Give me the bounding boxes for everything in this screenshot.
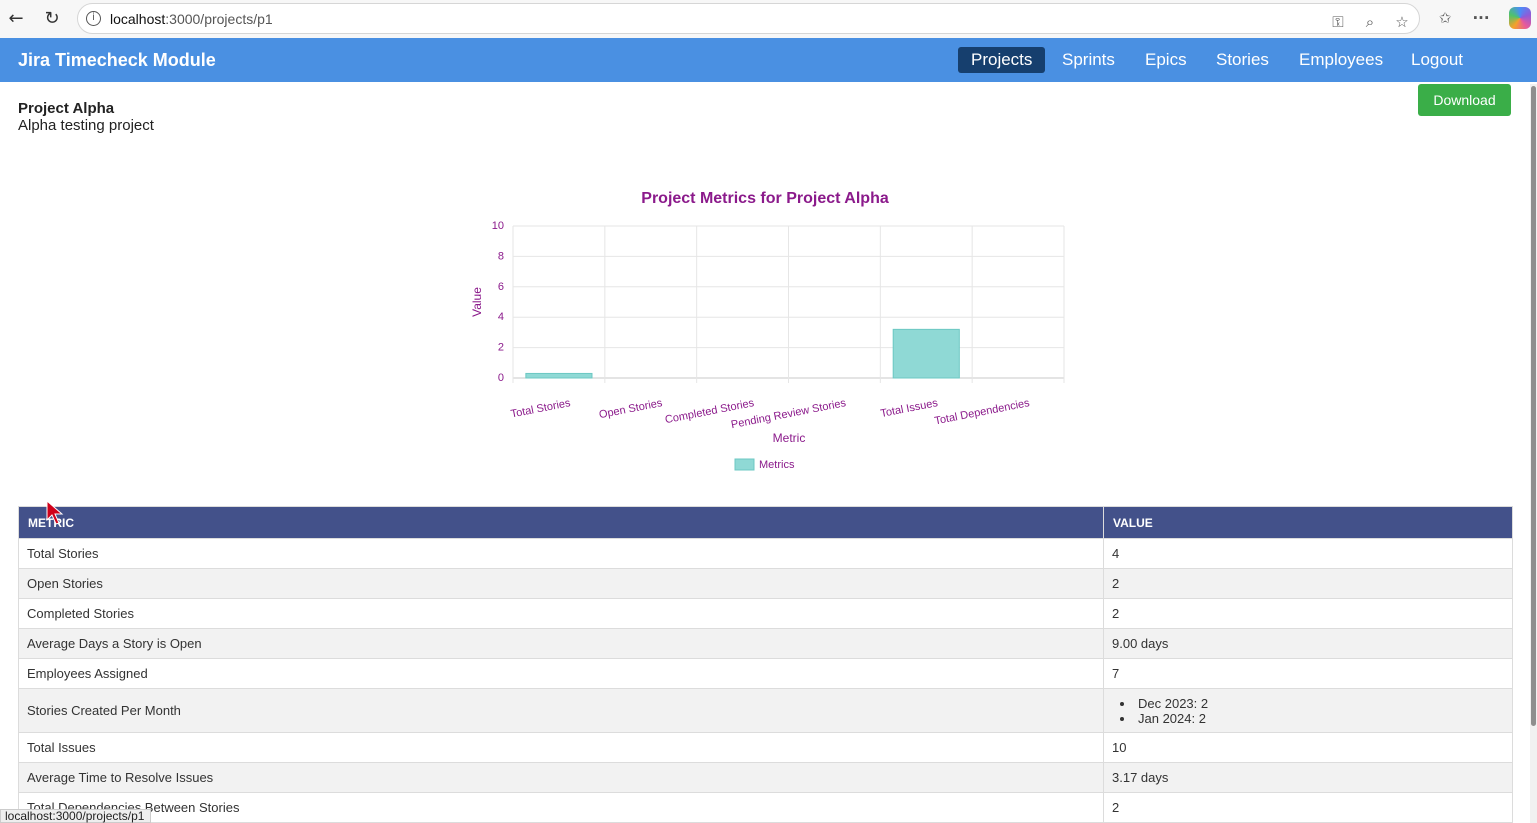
x-tick-label: Total Issues <box>880 397 940 420</box>
value-cell: 2 <box>1103 568 1513 599</box>
mouse-cursor-icon <box>46 500 64 525</box>
chart-x-ticks: Total Stories Open Stories Completed Stori… <box>510 397 1031 431</box>
value-cell: 4 <box>1103 538 1513 569</box>
value-cell: 7 <box>1103 658 1513 689</box>
header-value: VALUE <box>1103 506 1513 539</box>
bar[interactable] <box>892 328 960 379</box>
metric-cell: Total Dependencies Between Stories <box>18 792 1104 823</box>
chart-bars <box>525 328 960 379</box>
value-cell: 10 <box>1103 732 1513 763</box>
value-cell: Dec 2023: 2 Jan 2024: 2 <box>1103 688 1513 733</box>
y-tick-label: 4 <box>498 311 504 323</box>
table-row: Average Days a Story is Open 9.00 days <box>18 628 1513 659</box>
table-row: Stories Created Per Month Dec 2023: 2 Ja… <box>18 688 1513 733</box>
monthly-list: Dec 2023: 2 Jan 2024: 2 <box>1112 696 1504 726</box>
list-item: Jan 2024: 2 <box>1120 711 1504 726</box>
value-cell: 9.00 days <box>1103 628 1513 659</box>
y-tick-label: 6 <box>498 281 504 293</box>
metrics-table: METRIC VALUE Total Stories 4 Open Storie… <box>18 506 1513 823</box>
legend-label[interactable]: Metrics <box>759 459 795 471</box>
y-tick-label: 2 <box>498 342 504 354</box>
legend-swatch[interactable] <box>734 458 755 471</box>
table-row: Total Dependencies Between Stories 2 <box>18 792 1513 823</box>
table-row: Total Issues 10 <box>18 732 1513 763</box>
status-link-preview: localhost:3000/projects/p1 <box>0 809 152 823</box>
table-row: Open Stories 2 <box>18 568 1513 599</box>
table-row: Completed Stories 2 <box>18 598 1513 629</box>
metric-cell: Average Days a Story is Open <box>18 628 1104 659</box>
table-row: Average Time to Resolve Issues 3.17 days <box>18 762 1513 793</box>
metric-cell: Total Stories <box>18 538 1104 569</box>
chart-title: Project Metrics for Project Alpha <box>641 190 889 207</box>
metric-cell: Average Time to Resolve Issues <box>18 762 1104 793</box>
metric-cell: Stories Created Per Month <box>18 688 1104 733</box>
table-row: Employees Assigned 7 <box>18 658 1513 689</box>
y-tick-label: 8 <box>498 250 504 262</box>
header-metric: METRIC <box>18 506 1104 539</box>
y-tick-label: 0 <box>498 372 504 384</box>
y-tick-label: 10 <box>492 220 504 232</box>
metric-cell: Total Issues <box>18 732 1104 763</box>
x-axis-label: Metric <box>773 431 806 445</box>
chart-y-ticks: 0 2 4 6 8 10 <box>492 220 504 384</box>
bar[interactable] <box>525 372 593 379</box>
metric-cell: Completed Stories <box>18 598 1104 629</box>
chart-grid <box>512 225 1065 383</box>
x-tick-label: Open Stories <box>598 397 664 421</box>
y-axis-label: Value <box>470 287 484 317</box>
scrollbar-thumb[interactable] <box>1531 86 1536 726</box>
table-row: Total Stories 4 <box>18 538 1513 569</box>
metrics-chart: Project Metrics for Project Alpha 0 2 4 6 8 1… <box>470 190 1065 471</box>
value-cell: 2 <box>1103 598 1513 629</box>
x-tick-label: Total Stories <box>510 397 572 420</box>
list-item: Dec 2023: 2 <box>1120 696 1504 711</box>
metric-cell: Open Stories <box>18 568 1104 599</box>
table-header-row: METRIC VALUE <box>18 506 1513 539</box>
x-tick-label: Total Dependencies <box>934 397 1032 427</box>
value-cell: 2 <box>1103 792 1513 823</box>
metric-cell: Employees Assigned <box>18 658 1104 689</box>
value-cell: 3.17 days <box>1103 762 1513 793</box>
